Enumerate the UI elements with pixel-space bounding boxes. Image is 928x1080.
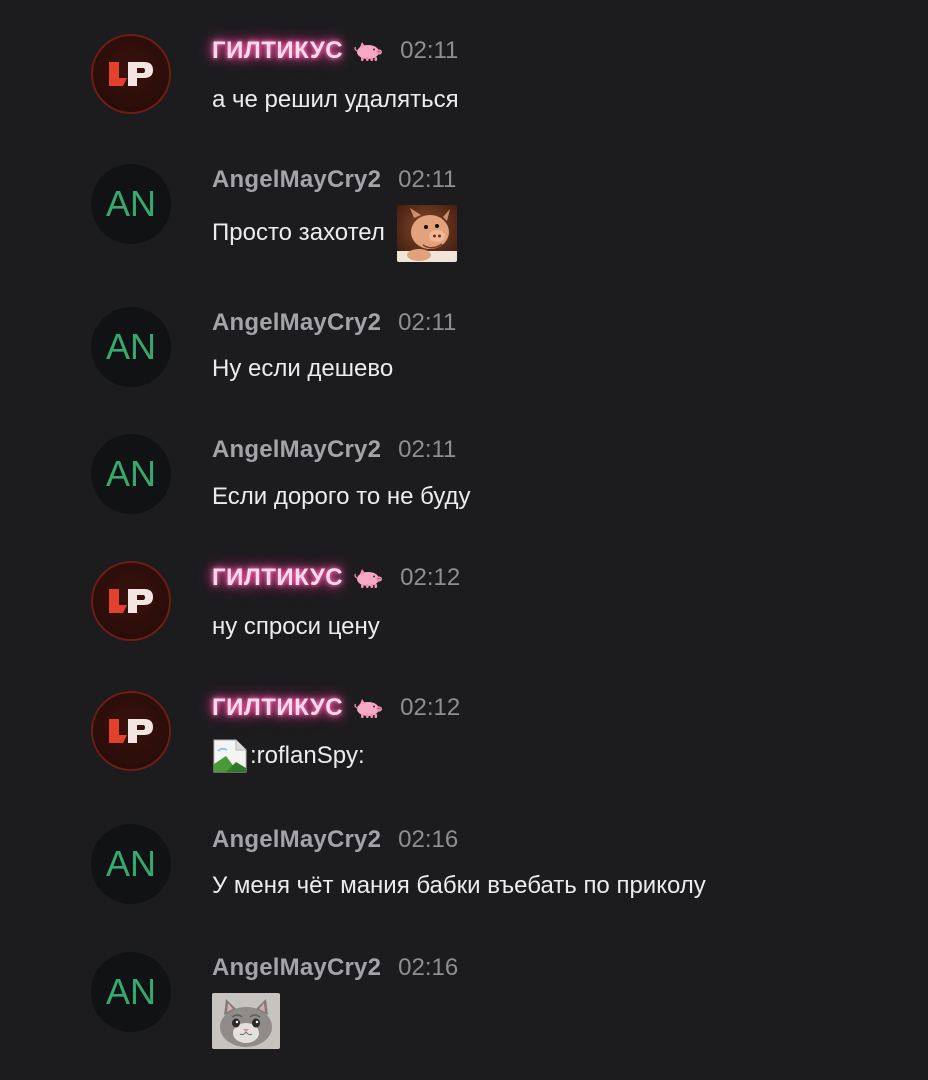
pig-icon (353, 41, 383, 61)
avatar-initials: AN (105, 971, 156, 1012)
avatar-initials: AN (105, 843, 156, 884)
message-header: AngelMayCry2 02:11 (212, 308, 456, 338)
pig-icon (353, 568, 383, 588)
message-header: ГИЛТИКУС 02:11 (212, 36, 458, 66)
timestamp: 02:12 (400, 694, 461, 721)
message-text: Ну если дешево (212, 355, 394, 382)
avatar-initials: AN (105, 183, 156, 224)
username[interactable]: ГИЛТИКУС (212, 564, 343, 592)
timestamp: 02:11 (398, 436, 457, 463)
message-header: AngelMayCry2 02:16 (212, 953, 458, 983)
lp-logo-icon (106, 716, 156, 746)
username[interactable]: AngelMayCry2 (212, 436, 381, 464)
chat-message-list: ГИЛТИКУС 02:11 а че решил удаляться AN A… (0, 0, 928, 1080)
message-header: AngelMayCry2 02:11 (212, 165, 456, 195)
avatar-angelmaycry2[interactable]: AN (91, 434, 171, 514)
username[interactable]: ГИЛТИКУС (212, 37, 343, 65)
username[interactable]: AngelMayCry2 (212, 954, 381, 982)
avatar-giltikus[interactable] (91, 691, 171, 771)
kitten-sticker[interactable] (212, 993, 280, 1049)
timestamp: 02:16 (398, 826, 459, 853)
message-text: а че решил удаляться (212, 86, 459, 113)
message-text: Если дорого то не буду (212, 483, 471, 510)
lp-logo-icon (106, 59, 156, 89)
avatar-initials: AN (105, 453, 156, 494)
timestamp: 02:11 (398, 309, 457, 336)
timestamp: 02:11 (400, 37, 459, 64)
lp-logo-icon (106, 586, 156, 616)
broken-image-icon (213, 739, 247, 773)
timestamp: 02:12 (400, 564, 461, 591)
avatar-angelmaycry2[interactable]: AN (91, 307, 171, 387)
message-text: ну спроси цену (212, 613, 380, 640)
message-content: :roflanSpy: (212, 736, 365, 776)
timestamp: 02:16 (398, 954, 459, 981)
message-content (212, 993, 280, 1049)
message-header: AngelMayCry2 02:16 (212, 825, 458, 855)
emoji-alt-text: :roflanSpy: (250, 742, 365, 769)
message-header: AngelMayCry2 02:11 (212, 435, 456, 465)
message-header: ГИЛТИКУС 02:12 (212, 693, 460, 723)
avatar-angelmaycry2[interactable]: AN (91, 952, 171, 1032)
avatar-angelmaycry2[interactable]: AN (91, 824, 171, 904)
pig-icon (353, 698, 383, 718)
username[interactable]: ГИЛТИКУС (212, 694, 343, 722)
username[interactable]: AngelMayCry2 (212, 166, 381, 194)
avatar-initials: AN (105, 326, 156, 367)
message-content: Просто захотел (212, 204, 457, 262)
pig-sticker[interactable] (396, 204, 457, 262)
username[interactable]: AngelMayCry2 (212, 826, 381, 854)
message-text: Просто захотел (212, 219, 385, 246)
avatar-giltikus[interactable] (91, 34, 171, 114)
message-header: ГИЛТИКУС 02:12 (212, 563, 460, 593)
username[interactable]: AngelMayCry2 (212, 309, 381, 337)
message-text: У меня чёт мания бабки въебать по прикол… (212, 872, 706, 899)
avatar-giltikus[interactable] (91, 561, 171, 641)
timestamp: 02:11 (398, 166, 457, 193)
avatar-angelmaycry2[interactable]: AN (91, 164, 171, 244)
